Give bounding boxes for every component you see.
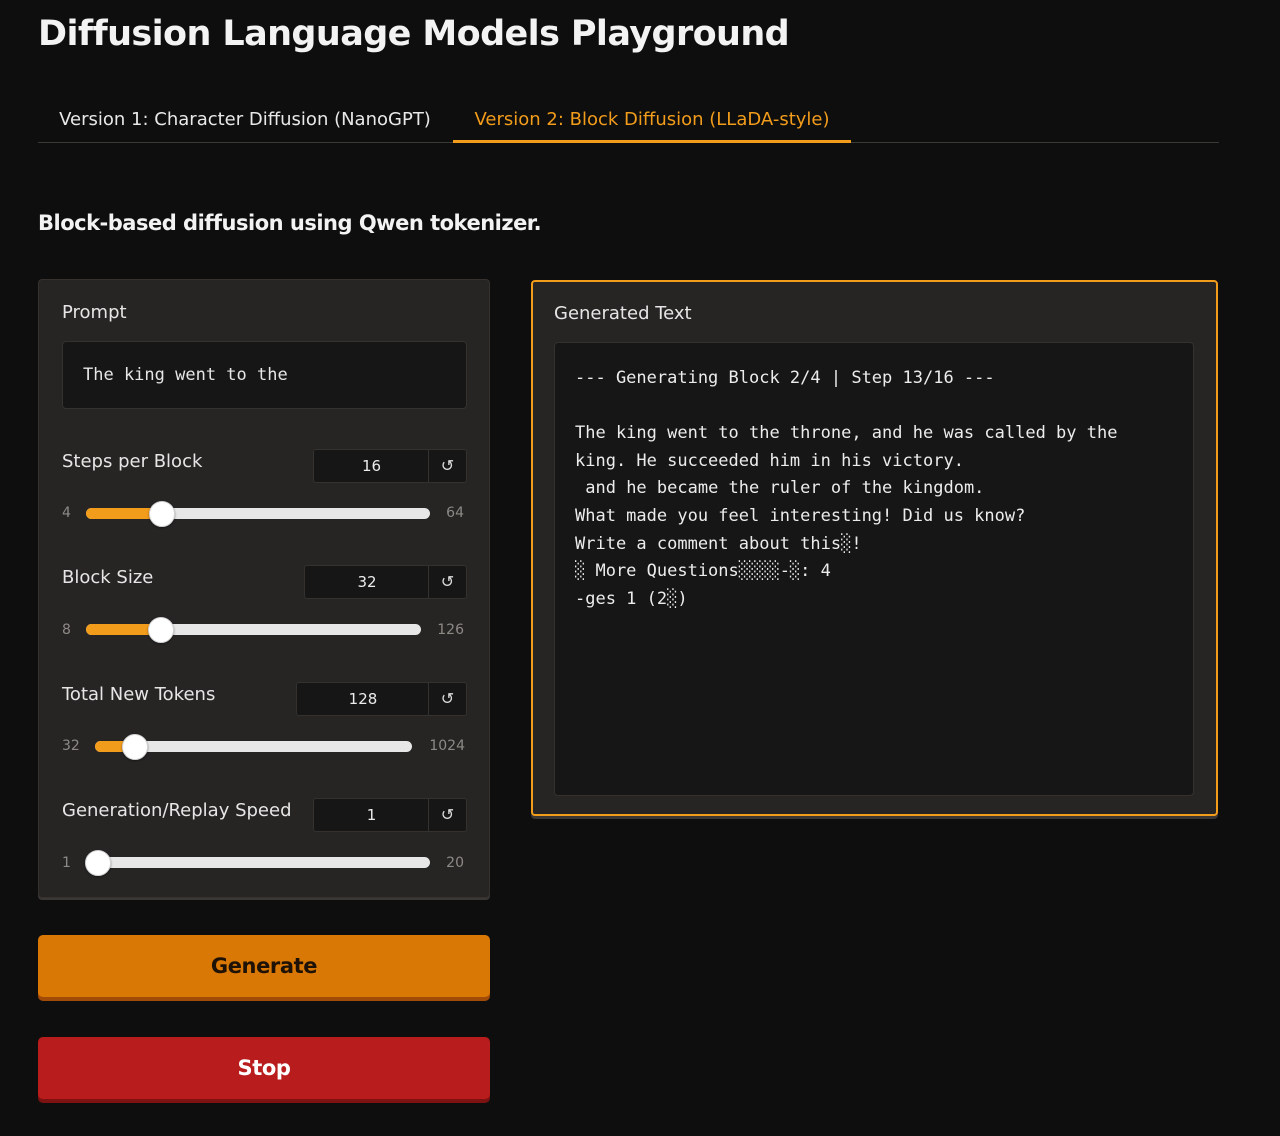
replay-speed-slider-thumb[interactable]: [85, 850, 111, 876]
steps-per-block-input[interactable]: [314, 450, 429, 482]
tab-version-2[interactable]: Version 2: Block Diffusion (LLaDA-style): [453, 100, 851, 143]
block-size-input[interactable]: [305, 566, 429, 598]
steps-per-block-slider[interactable]: [86, 501, 430, 527]
generated-text-panel: Generated Text --- Generating Block 2/4 …: [531, 280, 1218, 816]
page-title: Diffusion Language Models Playground: [38, 14, 790, 54]
prompt-field: [62, 341, 467, 409]
replay-speed-number: ↺: [313, 798, 467, 832]
tab-version-1[interactable]: Version 1: Character Diffusion (NanoGPT): [38, 100, 452, 140]
replay-speed-slider[interactable]: [85, 850, 430, 876]
total-new-tokens-input[interactable]: [297, 683, 429, 715]
total-new-tokens-min: 32: [62, 738, 80, 754]
steps-per-block-number: ↺: [313, 449, 467, 483]
generate-button[interactable]: Generate: [38, 935, 490, 997]
stop-button[interactable]: Stop: [38, 1037, 490, 1099]
block-size-max: 126: [437, 622, 464, 638]
generated-text-box[interactable]: --- Generating Block 2/4 | Step 13/16 --…: [554, 342, 1194, 796]
block-size-label: Block Size: [62, 567, 154, 588]
replay-speed-max: 20: [446, 855, 464, 871]
steps-per-block-label: Steps per Block: [62, 451, 203, 472]
prompt-label: Prompt: [62, 302, 127, 323]
replay-speed-min: 1: [62, 855, 71, 871]
steps-per-block-slider-thumb[interactable]: [149, 501, 175, 527]
reset-arrow-icon[interactable]: ↺: [428, 450, 466, 482]
tab-bar: Version 1: Character Diffusion (NanoGPT)…: [38, 100, 1219, 143]
block-size-number: ↺: [304, 565, 467, 599]
reset-arrow-icon[interactable]: ↺: [428, 683, 466, 715]
steps-per-block-max: 64: [446, 505, 464, 521]
steps-per-block-min: 4: [62, 505, 71, 521]
reset-arrow-icon[interactable]: ↺: [428, 799, 466, 831]
total-new-tokens-slider-thumb[interactable]: [122, 734, 148, 760]
replay-speed-input[interactable]: [314, 799, 429, 831]
total-new-tokens-slider[interactable]: [95, 734, 412, 760]
section-description: Block-based diffusion using Qwen tokeniz…: [38, 211, 542, 235]
reset-arrow-icon[interactable]: ↺: [428, 566, 466, 598]
generated-text-content: --- Generating Block 2/4 | Step 13/16 --…: [575, 368, 1118, 609]
block-size-min: 8: [62, 622, 71, 638]
block-size-slider-thumb[interactable]: [148, 617, 174, 643]
generated-text-label: Generated Text: [554, 303, 692, 324]
total-new-tokens-max: 1024: [429, 738, 465, 754]
total-new-tokens-number: ↺: [296, 682, 467, 716]
block-size-slider[interactable]: [86, 617, 421, 643]
prompt-input[interactable]: [63, 342, 466, 408]
total-new-tokens-label: Total New Tokens: [62, 684, 216, 705]
settings-panel: Prompt Steps per Block ↺ 4 64 Block Size…: [38, 279, 490, 898]
replay-speed-label: Generation/Replay Speed: [62, 800, 292, 821]
